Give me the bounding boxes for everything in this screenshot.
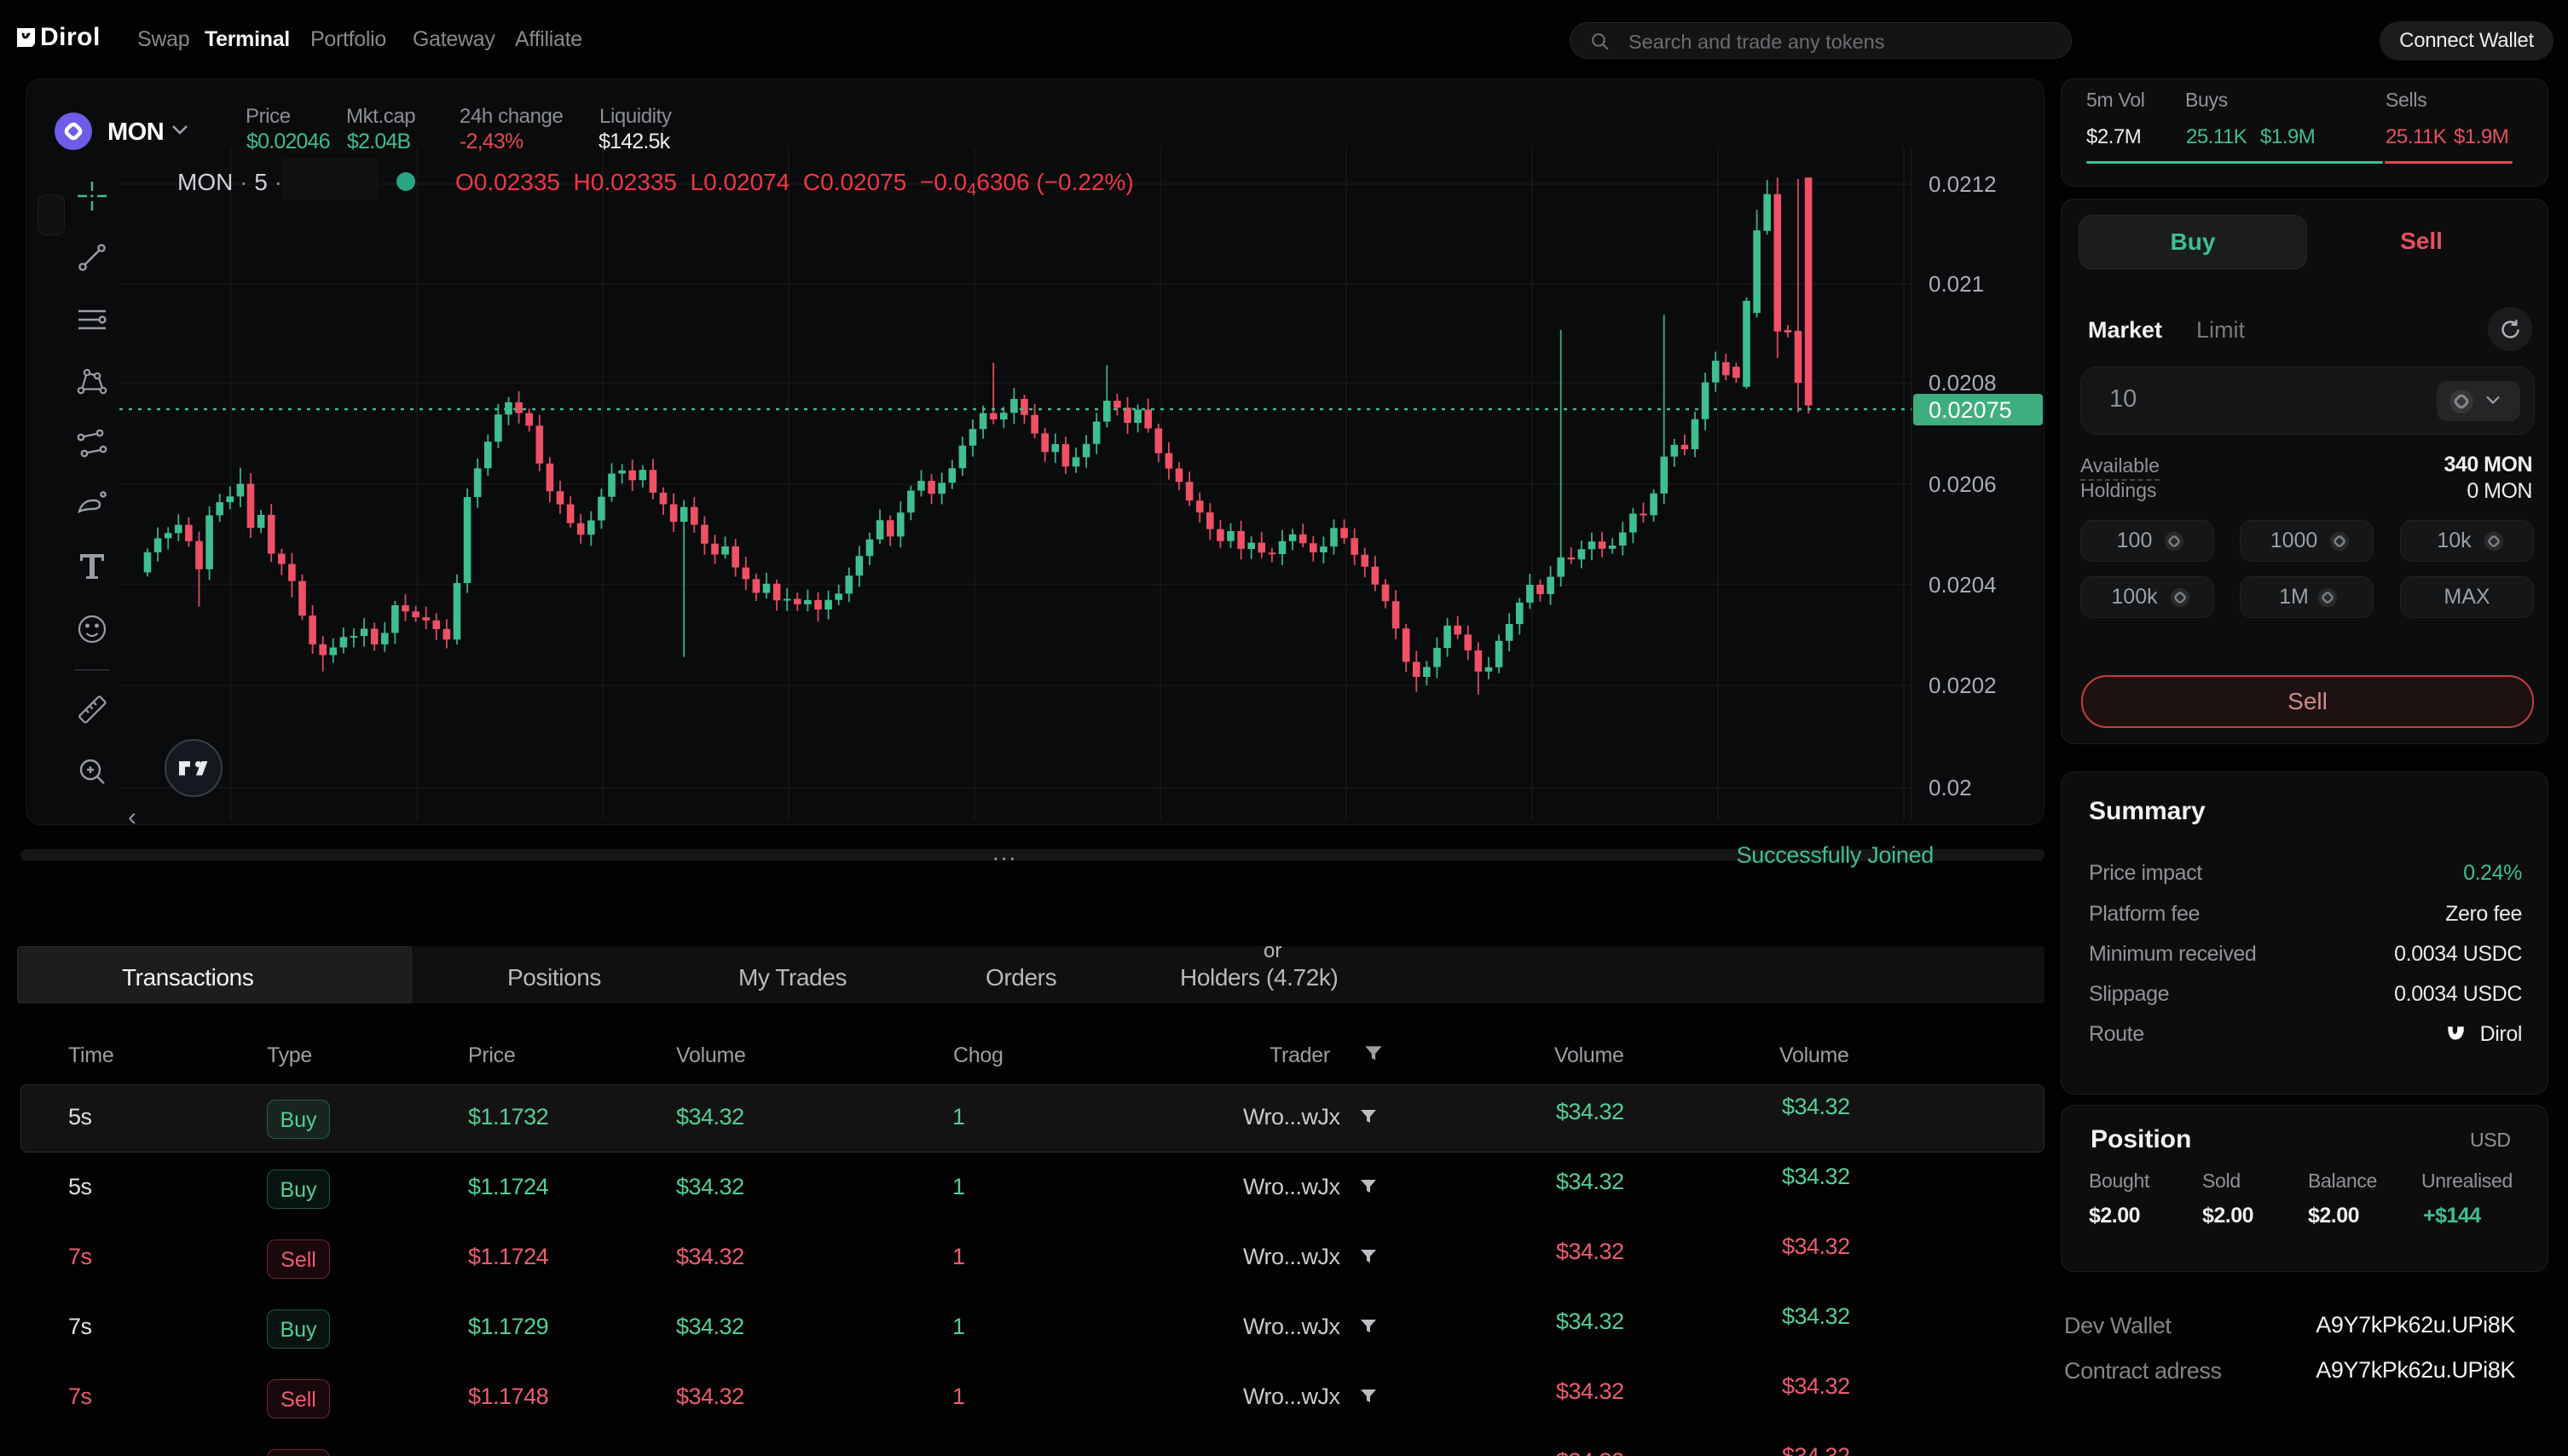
svg-text:O0.02335 H0.02335 L0.02074: O0.02335 H0.02335 L0.02074 C0.02075 −0.0… — [455, 169, 1134, 199]
svg-text:0.02: 0.02 — [1929, 775, 1972, 800]
svg-text:0.0206: 0.0206 — [1929, 471, 1997, 497]
svg-text:0.0212: 0.0212 — [1929, 171, 1997, 197]
svg-text:0.021: 0.021 — [1929, 271, 1984, 297]
svg-text:‹: ‹ — [128, 803, 136, 823]
svg-text:0.0204: 0.0204 — [1929, 572, 1997, 598]
svg-text:MON · 5 ·: MON · 5 · — [177, 169, 282, 195]
svg-text:0.0202: 0.0202 — [1929, 673, 1997, 698]
svg-text:0.0208: 0.0208 — [1929, 370, 1997, 396]
svg-text:0.02075: 0.02075 — [1929, 397, 2012, 423]
